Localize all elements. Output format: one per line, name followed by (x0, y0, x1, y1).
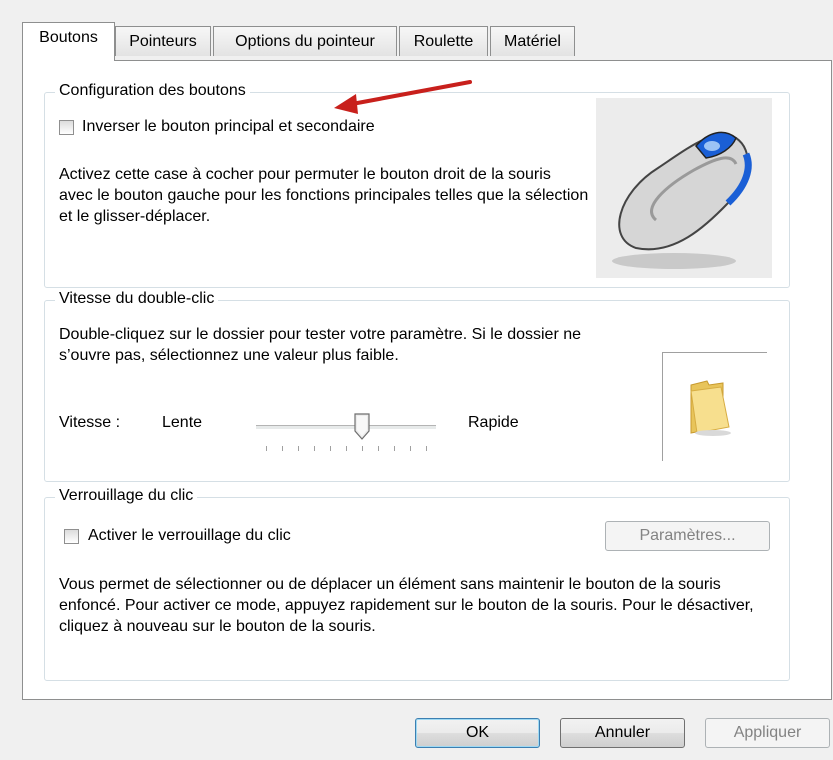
double-click-speed-slider[interactable] (256, 425, 436, 430)
tab-options-du-pointeur[interactable]: Options du pointeur (213, 26, 397, 56)
folder-icon (690, 380, 731, 436)
red-arrow-icon (334, 80, 472, 114)
click-lock-description: Vous permet de sélectionner ou de déplac… (59, 576, 754, 635)
slider-tick (346, 446, 347, 451)
group-title: Vitesse du double-clic (55, 290, 219, 308)
fast-label: Rapide (468, 414, 519, 431)
slider-tick (330, 446, 331, 451)
mouse-image (596, 98, 772, 278)
tab-pointeurs[interactable]: Pointeurs (115, 26, 211, 56)
apply-button[interactable]: Appliquer (705, 718, 830, 748)
slider-tick (362, 446, 363, 451)
tab-boutons[interactable]: Boutons (22, 22, 115, 61)
slow-label: Lente (162, 414, 203, 431)
slider-tick (410, 446, 411, 451)
group-title: Configuration des boutons (55, 82, 250, 100)
swap-buttons-description: Activez cette case à cocher pour permute… (59, 166, 589, 225)
tab-materiel[interactable]: Matériel (490, 26, 575, 56)
swap-buttons-checkbox[interactable] (59, 120, 74, 135)
click-lock-settings-button[interactable]: Paramètres... (605, 521, 770, 551)
ok-button[interactable]: OK (415, 718, 540, 748)
slider-tick (378, 446, 379, 451)
mouse-icon (612, 131, 752, 269)
test-folder-area[interactable] (662, 352, 767, 461)
slider-tick (426, 446, 427, 451)
click-lock-label[interactable]: Activer le verrouillage du clic (88, 527, 291, 545)
cancel-button[interactable]: Annuler (560, 718, 685, 748)
speed-label: Vitesse : (59, 414, 121, 431)
slider-tick (298, 446, 299, 451)
slider-tick (314, 446, 315, 451)
double-click-description: Double-cliquez sur le dossier pour teste… (59, 326, 582, 364)
slider-thumb[interactable] (354, 413, 370, 441)
slider-tick (266, 446, 267, 451)
tab-roulette[interactable]: Roulette (399, 26, 488, 56)
slider-tick (394, 446, 395, 451)
slider-tick (282, 446, 283, 451)
group-title: Verrouillage du clic (55, 487, 198, 505)
click-lock-checkbox[interactable] (64, 529, 79, 544)
